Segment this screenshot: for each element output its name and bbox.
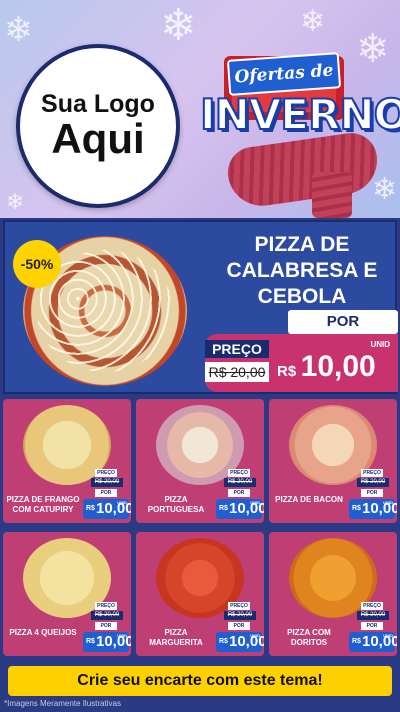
logo-placeholder[interactable]: Sua Logo Aqui xyxy=(16,44,180,208)
featured-old-price: R$ 20,00 xyxy=(205,362,269,382)
snowflake-icon: ❄ xyxy=(160,0,197,51)
snowflake-icon: ❄ xyxy=(4,10,33,50)
unid-label: UNID xyxy=(250,633,260,638)
disclaimer-text: *Imagens Meramente Ilustrativas xyxy=(4,699,121,708)
product-card[interactable]: PIZZA PORTUGUESA PREÇO R$ 20,00 POR R$ 10,00 U… xyxy=(136,399,264,523)
unid-label: UNID xyxy=(383,500,393,505)
por-label: POR xyxy=(361,622,383,630)
price-tag: PREÇO R$ 20,00 POR R$ 10,00 UNID xyxy=(81,602,131,656)
price-tag: PREÇO R$ 20,00 POR R$ 10,00 UNID xyxy=(347,469,397,523)
preco-label: PREÇO xyxy=(95,469,117,477)
preco-label: PREÇO xyxy=(228,602,250,610)
featured-price: R$ 10,00 xyxy=(277,350,376,384)
currency: R$ xyxy=(352,638,361,645)
logo-text-line2: Aqui xyxy=(51,115,145,163)
featured-currency: R$ xyxy=(277,363,297,380)
product-name: PIZZA DE BACON xyxy=(275,495,343,504)
unid-label: UNID xyxy=(117,500,127,505)
price-tag: PREÇO R$ 20,00 POR R$ 10,00 UNID xyxy=(214,602,264,656)
product-name: PIZZA COM DORITOS xyxy=(287,628,331,647)
price-tag: PREÇO R$ 20,00 POR R$ 10,00 UNID xyxy=(347,602,397,656)
unid-label: UNID xyxy=(117,633,127,638)
por-label: POR xyxy=(228,622,250,630)
old-price: R$ 20,00 xyxy=(357,611,389,620)
preco-label: PREÇO xyxy=(228,469,250,477)
por-label: POR xyxy=(95,489,117,497)
featured-preco-label: PREÇO xyxy=(205,340,269,358)
price-box: R$ 10,00 UNID xyxy=(83,499,131,519)
product-card[interactable]: PIZZA COM DORITOS PREÇO R$ 20,00 POR R$ 10,00… xyxy=(269,532,397,656)
featured-offer[interactable]: -50% PIZZA DE CALABRESA E CEBOLA POR PRE… xyxy=(3,220,398,394)
product-card[interactable]: PIZZA 4 QUEIJOS PREÇO R$ 20,00 POR R$ 10,00 UN… xyxy=(3,532,131,656)
unid-label: UNID xyxy=(383,633,393,638)
product-card[interactable]: PIZZA DE BACON PREÇO R$ 20,00 POR R$ 10,00 UNI… xyxy=(269,399,397,523)
preco-label: PREÇO xyxy=(361,469,383,477)
product-card[interactable]: PIZZA DE FRANGO COM CATUPIRY PREÇO R$ 20,0… xyxy=(3,399,131,523)
discount-badge: -50% xyxy=(13,240,61,288)
preco-label: PREÇO xyxy=(361,602,383,610)
featured-title: PIZZA DE CALABRESA E CEBOLA xyxy=(226,233,378,308)
create-flyer-button[interactable]: Crie seu encarte com este tema! xyxy=(8,666,392,696)
unid-label: UNID xyxy=(250,500,260,505)
price-box: R$ 10,00 UNID xyxy=(216,632,264,652)
product-name: PIZZA 4 QUEIJOS xyxy=(9,628,77,637)
currency: R$ xyxy=(219,505,228,512)
price-box: R$ 10,00 UNID xyxy=(349,499,397,519)
currency: R$ xyxy=(219,638,228,645)
old-price: R$ 20,00 xyxy=(224,478,256,487)
logo-text-line1: Sua Logo xyxy=(41,89,155,118)
snowflake-icon: ❄ xyxy=(6,190,25,215)
por-label: POR xyxy=(95,622,117,630)
product-name: PIZZA DE FRANGO COM CATUPIRY xyxy=(6,495,80,514)
header-banner: ❄ ❄ ❄ ❄ ❄ ❄ Sua Logo Aqui Ofertas de INV… xyxy=(0,0,400,218)
product-name: PIZZA PORTUGUESA xyxy=(147,495,205,514)
preco-label: PREÇO xyxy=(95,602,117,610)
currency: R$ xyxy=(352,505,361,512)
ofertas-de-inverno-sign: Ofertas de INVERNO xyxy=(194,22,400,218)
product-name: PIZZA MARGUERITA xyxy=(149,628,203,647)
por-label: POR xyxy=(228,489,250,497)
inverno-title: INVERNO xyxy=(199,89,400,140)
product-card[interactable]: PIZZA MARGUERITA PREÇO R$ 20,00 POR R$ 10,00 U… xyxy=(136,532,264,656)
old-price: R$ 20,00 xyxy=(91,478,123,487)
ofertas-label: Ofertas de xyxy=(233,60,335,88)
old-price: R$ 20,00 xyxy=(357,478,389,487)
price-box: R$ 10,00 UNID xyxy=(216,499,264,519)
currency: R$ xyxy=(86,638,95,645)
price-box: R$ 10,00 UNID xyxy=(349,632,397,652)
scarf-tail-decoration xyxy=(312,172,352,218)
currency: R$ xyxy=(86,505,95,512)
price-box: R$ 10,00 UNID xyxy=(83,632,131,652)
por-label: POR xyxy=(361,489,383,497)
old-price: R$ 20,00 xyxy=(224,611,256,620)
featured-price-value: 10,00 xyxy=(300,350,376,383)
old-price: R$ 20,00 xyxy=(91,611,123,620)
price-tag: PREÇO R$ 20,00 POR R$ 10,00 UNID xyxy=(81,469,131,523)
featured-price-box: PREÇO R$ 20,00 UNID R$ 10,00 xyxy=(205,334,398,392)
price-tag: PREÇO R$ 20,00 POR R$ 10,00 UNID xyxy=(214,469,264,523)
featured-por-label: POR xyxy=(288,310,398,334)
featured-unid-label: UNID xyxy=(370,340,390,349)
scarf-decoration xyxy=(224,129,382,211)
